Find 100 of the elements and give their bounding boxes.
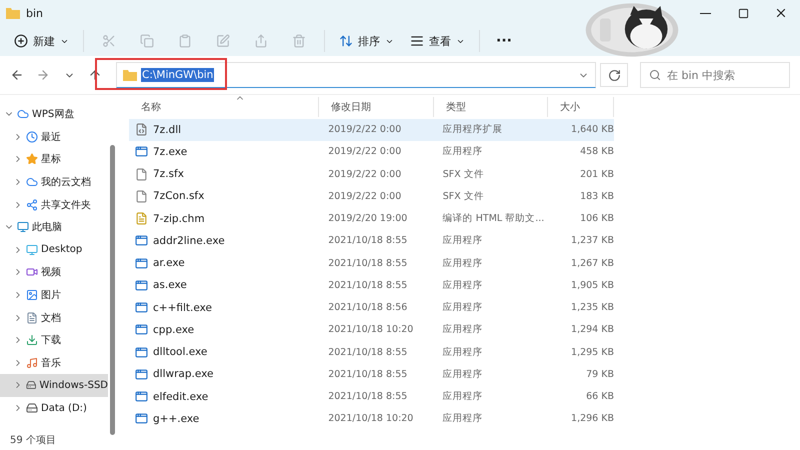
program-icon xyxy=(135,256,148,270)
type-cell-text: 应用程序 xyxy=(442,390,484,404)
sidebar-item[interactable]: 视频 xyxy=(0,261,108,284)
share-icon xyxy=(26,198,38,211)
date-cell-text: 2019/2/22 0:00 xyxy=(327,146,402,158)
date-cell-text: 2021/10/18 8:55 xyxy=(327,258,408,269)
search-icon xyxy=(649,69,661,81)
view-button[interactable]: 查看 xyxy=(404,28,471,54)
refresh-button[interactable] xyxy=(600,63,628,87)
sidebar-item[interactable]: 音乐 xyxy=(0,352,108,374)
file-row[interactable]: g++.exe 2021/10/18 10:20 应用程序 1,296 KB xyxy=(129,408,614,430)
search-field[interactable]: 在 bin 中搜索 xyxy=(640,62,790,88)
sidebar-item[interactable]: WPS网盘 xyxy=(0,103,108,126)
date-cell-text: 2021/10/18 8:55 xyxy=(327,391,408,402)
star-icon xyxy=(26,153,38,166)
maximize-icon xyxy=(738,8,748,18)
sidebar-item[interactable]: 我的云文档 xyxy=(0,170,108,194)
type-cell-text: 应用程序 xyxy=(442,145,484,158)
file-row[interactable]: 7z.sfx 2019/2/22 0:00 SFX 文件 201 KB xyxy=(129,163,614,186)
size-cell-text: 1,296 KB xyxy=(570,413,614,424)
column-header[interactable]: 修改日期 xyxy=(319,96,434,117)
pen-icon xyxy=(216,34,230,48)
clipboard-icon xyxy=(178,34,192,48)
size-cell-text: 79 KB xyxy=(585,368,614,380)
sidebar-item[interactable]: 最近 xyxy=(0,126,108,148)
file-row[interactable]: 7zCon.sfx 2019/2/22 0:00 SFX 文件 183 KB xyxy=(129,185,614,208)
sidebar-item[interactable]: 此电脑 xyxy=(0,216,108,239)
more-button[interactable]: ··· xyxy=(488,28,520,54)
file-row[interactable]: 7z.dll 2019/2/22 0:00 应用程序扩展 1,640 KB xyxy=(129,118,614,141)
type-cell-text: SFX 文件 xyxy=(442,168,485,181)
column-header[interactable]: 名称 xyxy=(129,96,319,117)
type-cell-text: 应用程序 xyxy=(442,412,484,426)
video-icon xyxy=(26,266,38,278)
sort-icon xyxy=(339,34,353,48)
file-row[interactable]: as.exe 2021/10/18 8:55 应用程序 1,905 KB xyxy=(129,274,614,296)
program-icon xyxy=(135,301,148,314)
size-cell-text: 458 KB xyxy=(579,146,614,158)
type-cell-text: SFX 文件 xyxy=(442,190,485,203)
size-cell-text: 66 KB xyxy=(585,391,614,402)
new-button[interactable]: 新建 xyxy=(8,28,75,54)
date-cell-text: 2019/2/22 0:00 xyxy=(327,190,402,202)
file-row[interactable]: 7-zip.chm 2019/2/20 19:00 编译的 HTML 帮助文... 106 KB xyxy=(129,208,614,230)
sidebar-item[interactable]: Desktop xyxy=(0,238,108,262)
column-header[interactable]: 大小 xyxy=(548,96,614,117)
program-icon xyxy=(135,145,148,158)
scrollbar-thumb[interactable] xyxy=(110,145,115,435)
column-header[interactable]: 类型 xyxy=(434,96,548,117)
address-field[interactable]: C:\MinGW\bin xyxy=(116,62,596,88)
image-icon xyxy=(26,289,38,302)
file-name: 7z.sfx xyxy=(153,168,184,180)
recent-icon xyxy=(26,130,38,143)
file-row[interactable]: c++filt.exe 2021/10/18 8:56 应用程序 1,235 KB xyxy=(129,296,614,319)
desktop-icon xyxy=(26,244,38,256)
program-icon xyxy=(135,368,148,381)
date-cell-text: 2019/2/22 0:00 xyxy=(327,124,402,136)
file-row[interactable]: dllwrap.exe 2021/10/18 8:55 应用程序 79 KB xyxy=(129,363,614,386)
program-icon xyxy=(135,390,148,404)
refresh-icon xyxy=(608,68,620,82)
date-cell-text: 2021/10/18 8:56 xyxy=(327,302,408,314)
type-cell-text: 应用程序 xyxy=(442,256,484,270)
date-cell-text: 2021/10/18 10:20 xyxy=(327,324,414,336)
file-row[interactable]: addr2line.exe 2021/10/18 8:55 应用程序 1,237 KB xyxy=(129,230,614,252)
file-icon xyxy=(135,190,148,203)
type-cell-text: 应用程序 xyxy=(442,278,484,292)
type-cell-text: 应用程序 xyxy=(442,234,484,248)
folder-icon xyxy=(6,7,20,19)
file-row[interactable]: dlltool.exe 2021/10/18 8:55 应用程序 1,295 KB xyxy=(129,340,614,364)
sidebar-item[interactable]: Data (D:) xyxy=(0,396,108,420)
file-row[interactable]: ar.exe 2021/10/18 8:55 应用程序 1,267 KB xyxy=(129,252,614,274)
sidebar-item[interactable]: 星标 xyxy=(0,148,108,171)
file-name: cpp.exe xyxy=(153,324,194,336)
date-cell-text: 2021/10/18 8:55 xyxy=(327,368,408,380)
size-cell-text: 1,905 KB xyxy=(570,280,614,291)
sort-button[interactable]: 排序 xyxy=(333,28,400,54)
sidebar-item[interactable]: 共享文件夹 xyxy=(0,193,108,216)
date-cell-text: 2019/2/22 0:00 xyxy=(327,168,402,180)
sidebar-item[interactable]: Windows-SSD xyxy=(0,374,108,397)
drive-icon xyxy=(26,379,36,392)
plus-icon xyxy=(14,34,28,48)
close-icon xyxy=(774,6,788,20)
file-name: elfedit.exe xyxy=(153,390,208,403)
file-row[interactable]: cpp.exe 2021/10/18 10:20 应用程序 1,294 KB xyxy=(129,318,614,341)
size-cell-text: 106 KB xyxy=(579,213,614,224)
size-cell-text: 1,235 KB xyxy=(570,302,614,314)
sidebar-item[interactable]: 下载 xyxy=(0,328,108,352)
sidebar-item[interactable]: 文档 xyxy=(0,306,108,329)
download-icon xyxy=(26,334,38,346)
item-count: 59 个项目 xyxy=(10,434,56,447)
file-row[interactable]: 7z.exe 2019/2/22 0:00 应用程序 458 KB xyxy=(129,140,614,164)
file-name: dllwrap.exe xyxy=(153,368,214,380)
file-row[interactable]: elfedit.exe 2021/10/18 8:55 应用程序 66 KB xyxy=(129,385,614,408)
program-icon xyxy=(135,278,148,292)
doc-icon xyxy=(26,312,38,324)
cloud-icon xyxy=(26,176,38,188)
music-icon xyxy=(26,356,38,369)
pc-icon xyxy=(17,221,29,234)
copy-icon xyxy=(140,34,154,48)
type-cell-text: 应用程序 xyxy=(442,301,484,314)
size-cell-text: 201 KB xyxy=(579,168,614,180)
sidebar-item[interactable]: 图片 xyxy=(0,284,108,306)
